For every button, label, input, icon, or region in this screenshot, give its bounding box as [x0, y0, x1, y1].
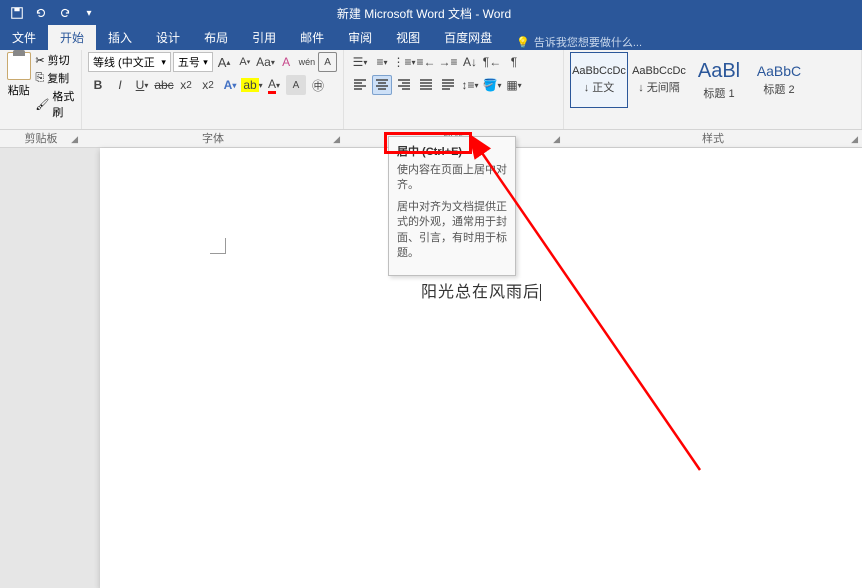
clear-format-button[interactable]: A: [277, 52, 296, 72]
font-label: 字体◢: [82, 130, 344, 147]
font-launcher[interactable]: ◢: [333, 134, 340, 145]
tab-layout[interactable]: 布局: [192, 25, 240, 50]
line-spacing-button[interactable]: ↕≡▾: [460, 75, 480, 95]
shading-button[interactable]: 🪣▾: [482, 75, 502, 95]
undo-button[interactable]: [30, 2, 52, 24]
superscript-button[interactable]: x2: [198, 75, 218, 95]
tooltip-line2: 居中对齐为文档提供正式的外观，通常用于封面、引言，有时用于标题。: [397, 200, 507, 262]
styles-launcher[interactable]: ◢: [851, 134, 858, 145]
quick-access-toolbar: ▾: [0, 2, 106, 24]
grow-font-button[interactable]: A▴: [215, 52, 234, 72]
shrink-font-button[interactable]: A▾: [235, 52, 254, 72]
char-border-button[interactable]: A: [318, 52, 337, 72]
align-left-button[interactable]: [350, 75, 370, 95]
format-painter-button[interactable]: 🖌 格式刷: [35, 88, 75, 120]
distribute-button[interactable]: [438, 75, 458, 95]
style-normal[interactable]: AaBbCcDc ↓ 正文: [570, 52, 628, 108]
highlight-button[interactable]: ab▾: [242, 75, 262, 95]
align-left-icon: [353, 78, 367, 92]
char-shading-button[interactable]: A: [286, 75, 306, 95]
tab-references[interactable]: 引用: [240, 25, 288, 50]
tab-mailings[interactable]: 邮件: [288, 25, 336, 50]
tab-file[interactable]: 文件: [0, 25, 48, 50]
align-right-icon: [397, 78, 411, 92]
cut-button[interactable]: ✂ 剪切: [35, 52, 75, 68]
copy-icon: ⎘: [35, 72, 44, 85]
font-size-combo[interactable]: 五号▾: [173, 52, 213, 72]
decrease-indent-button[interactable]: ≡←: [416, 52, 436, 72]
title-bar: ▾ 新建 Microsoft Word 文档 - Word: [0, 0, 862, 26]
ltr-button[interactable]: ¶←: [482, 52, 502, 72]
borders-button[interactable]: ▦▾: [504, 75, 524, 95]
underline-button[interactable]: U▾: [132, 75, 152, 95]
brush-icon: 🖌: [35, 98, 49, 111]
tab-review[interactable]: 审阅: [336, 25, 384, 50]
sort-button[interactable]: A↓: [460, 52, 480, 72]
undo-icon: [34, 6, 48, 20]
redo-button[interactable]: [54, 2, 76, 24]
align-center-icon: [375, 78, 389, 92]
font-name-combo[interactable]: 等线 (中文正▾: [88, 52, 171, 72]
text-effects-button[interactable]: A▾: [220, 75, 240, 95]
clipboard-launcher[interactable]: ◢: [71, 134, 78, 145]
document-text[interactable]: 阳光总在风雨后: [421, 278, 541, 302]
paste-button[interactable]: 粘贴: [6, 52, 31, 120]
window-title: 新建 Microsoft Word 文档 - Word: [106, 5, 742, 22]
increase-indent-button[interactable]: →≡: [438, 52, 458, 72]
bullets-button[interactable]: ☰▾: [350, 52, 370, 72]
tab-home[interactable]: 开始: [48, 25, 96, 50]
tooltip-title: 居中 (Ctrl+E): [397, 143, 507, 159]
save-icon: [10, 6, 24, 20]
scissors-icon: ✂: [35, 54, 44, 67]
save-button[interactable]: [6, 2, 28, 24]
clipboard-icon: [7, 52, 31, 80]
align-right-button[interactable]: [394, 75, 414, 95]
ribbon-tabs: 文件 开始 插入 设计 布局 引用 邮件 审阅 视图 百度网盘 💡 告诉我您想要…: [0, 26, 862, 50]
tab-baidu[interactable]: 百度网盘: [432, 25, 504, 50]
justify-button[interactable]: [416, 75, 436, 95]
copy-button[interactable]: ⎘ 复制: [35, 70, 75, 86]
lightbulb-icon: 💡: [516, 36, 530, 49]
font-color-button[interactable]: A▾: [264, 75, 284, 95]
styles-label: 样式◢: [564, 130, 862, 147]
justify-icon: [419, 78, 433, 92]
paragraph-launcher[interactable]: ◢: [553, 134, 560, 145]
tab-insert[interactable]: 插入: [96, 25, 144, 50]
change-case-button[interactable]: Aa▾: [256, 52, 275, 72]
tab-view[interactable]: 视图: [384, 25, 432, 50]
paragraph-group: ☰▾ ≡▾ ⋮≡▾ ≡← →≡ A↓ ¶← ¶ ↕≡▾: [344, 50, 564, 129]
styles-group: AaBbCcDc ↓ 正文 AaBbCcDc ↓ 无间隔 AaBl 标题 1 A…: [564, 50, 862, 129]
tab-design[interactable]: 设计: [144, 25, 192, 50]
styles-gallery[interactable]: AaBbCcDc ↓ 正文 AaBbCcDc ↓ 无间隔 AaBl 标题 1 A…: [570, 52, 855, 108]
distribute-icon: [441, 78, 455, 92]
clipboard-label: 剪贴板◢: [0, 130, 82, 147]
clipboard-group: 粘贴 ✂ 剪切 ⎘ 复制 🖌 格式刷: [0, 50, 82, 129]
strike-button[interactable]: abc: [154, 75, 174, 95]
numbering-button[interactable]: ≡▾: [372, 52, 392, 72]
page-corner-mark: [210, 238, 226, 254]
multilevel-button[interactable]: ⋮≡▾: [394, 52, 414, 72]
bold-button[interactable]: B: [88, 75, 108, 95]
ribbon: 粘贴 ✂ 剪切 ⎘ 复制 🖌 格式刷 等线 (中文正▾ 五号▾: [0, 50, 862, 130]
italic-button[interactable]: I: [110, 75, 130, 95]
font-group: 等线 (中文正▾ 五号▾ A▴ A▾ Aa▾ A wén A B I U▾ ab…: [82, 50, 344, 129]
style-heading1[interactable]: AaBl 标题 1: [690, 52, 748, 108]
style-no-spacing[interactable]: AaBbCcDc ↓ 无间隔: [630, 52, 688, 108]
qat-customize[interactable]: ▾: [78, 2, 100, 24]
tell-me-search[interactable]: 💡 告诉我您想要做什么...: [504, 34, 654, 50]
center-align-tooltip: 居中 (Ctrl+E) 使内容在页面上居中对齐。 居中对齐为文档提供正式的外观，…: [388, 136, 516, 276]
phonetic-button[interactable]: wén: [298, 52, 317, 72]
tell-me-placeholder: 告诉我您想要做什么...: [534, 34, 642, 50]
tooltip-line1: 使内容在页面上居中对齐。: [397, 163, 507, 194]
enclose-char-button[interactable]: ㊥: [308, 75, 328, 95]
redo-icon: [58, 6, 72, 20]
style-heading2[interactable]: AaBbC 标题 2: [750, 52, 808, 108]
subscript-button[interactable]: x2: [176, 75, 196, 95]
show-marks-button[interactable]: ¶: [504, 52, 524, 72]
align-center-button[interactable]: [372, 75, 392, 95]
